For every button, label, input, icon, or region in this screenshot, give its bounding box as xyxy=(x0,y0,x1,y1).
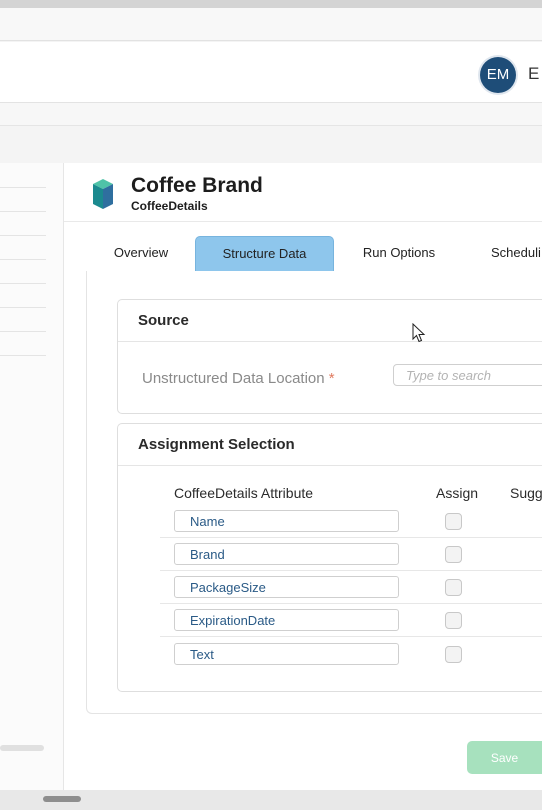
attribute-field[interactable] xyxy=(174,609,399,631)
sidebar-divider xyxy=(0,235,46,236)
assign-checkbox[interactable] xyxy=(445,546,462,563)
tab-overview[interactable]: Overview xyxy=(86,236,196,270)
browser-toolbar xyxy=(0,8,542,41)
tab-bar: Overview Structure Data Run Options Sche… xyxy=(86,236,542,272)
sidebar-divider xyxy=(0,187,46,188)
sidebar xyxy=(0,163,64,790)
tab-scheduling[interactable]: Scheduli xyxy=(477,236,542,270)
source-card: Source Unstructured Data Location * xyxy=(117,299,542,414)
attribute-field[interactable] xyxy=(174,576,399,598)
unstructured-data-location-label: Unstructured Data Location * xyxy=(142,370,335,387)
source-title: Source xyxy=(138,312,189,329)
data-location-search-input[interactable] xyxy=(393,364,542,386)
assign-checkbox[interactable] xyxy=(445,646,462,663)
table-row xyxy=(118,638,542,671)
user-initials: EM xyxy=(486,66,510,83)
sidebar-divider xyxy=(0,211,46,212)
row-divider xyxy=(160,636,542,637)
assignment-title: Assignment Selection xyxy=(138,436,295,453)
required-marker: * xyxy=(328,370,335,387)
browser-chrome xyxy=(0,0,542,8)
mouse-cursor-icon xyxy=(412,323,426,343)
tab-run-options[interactable]: Run Options xyxy=(344,236,454,270)
sidebar-scrollbar[interactable] xyxy=(0,745,44,751)
assignment-card-header: Assignment Selection xyxy=(118,424,542,466)
horizontal-scrollbar[interactable] xyxy=(0,790,542,810)
entity-cube-icon xyxy=(93,179,113,209)
page-subtitle: CoffeeDetails xyxy=(131,199,208,213)
assign-checkbox[interactable] xyxy=(445,612,462,629)
attribute-field[interactable] xyxy=(174,643,399,665)
assign-checkbox[interactable] xyxy=(445,513,462,530)
assign-column-header: Assign xyxy=(436,485,479,501)
scrollbar-thumb[interactable] xyxy=(43,796,81,802)
app-header: EM E xyxy=(0,42,542,103)
attribute-field[interactable] xyxy=(174,543,399,565)
user-name[interactable]: E xyxy=(528,64,539,84)
user-avatar[interactable]: EM xyxy=(480,57,516,93)
suggestion-column-header: Sugg xyxy=(510,485,542,501)
structure-data-panel: Source Unstructured Data Location * Assi… xyxy=(86,271,542,714)
sidebar-divider xyxy=(0,307,46,308)
table-row xyxy=(118,604,542,637)
assignment-selection-card: Assignment Selection CoffeeDetails Attri… xyxy=(117,423,542,692)
attribute-column-header: CoffeeDetails Attribute xyxy=(174,485,314,501)
source-card-header: Source xyxy=(118,300,542,342)
save-button[interactable]: Save xyxy=(467,741,542,774)
sidebar-divider xyxy=(0,331,46,332)
main-content: Coffee Brand CoffeeDetails Overview Stru… xyxy=(64,163,542,790)
table-row xyxy=(118,571,542,604)
assign-checkbox[interactable] xyxy=(445,579,462,596)
field-label-text: Unstructured Data Location xyxy=(142,370,325,387)
sidebar-divider xyxy=(0,283,46,284)
sidebar-divider xyxy=(0,259,46,260)
secondary-bar xyxy=(0,103,542,126)
page-title: Coffee Brand xyxy=(131,174,263,197)
attribute-field[interactable] xyxy=(174,510,399,532)
tab-structure-data[interactable]: Structure Data xyxy=(195,236,334,271)
table-row xyxy=(118,505,542,538)
sidebar-divider xyxy=(0,355,46,356)
table-row xyxy=(118,538,542,571)
page-header: Coffee Brand CoffeeDetails xyxy=(64,163,542,222)
